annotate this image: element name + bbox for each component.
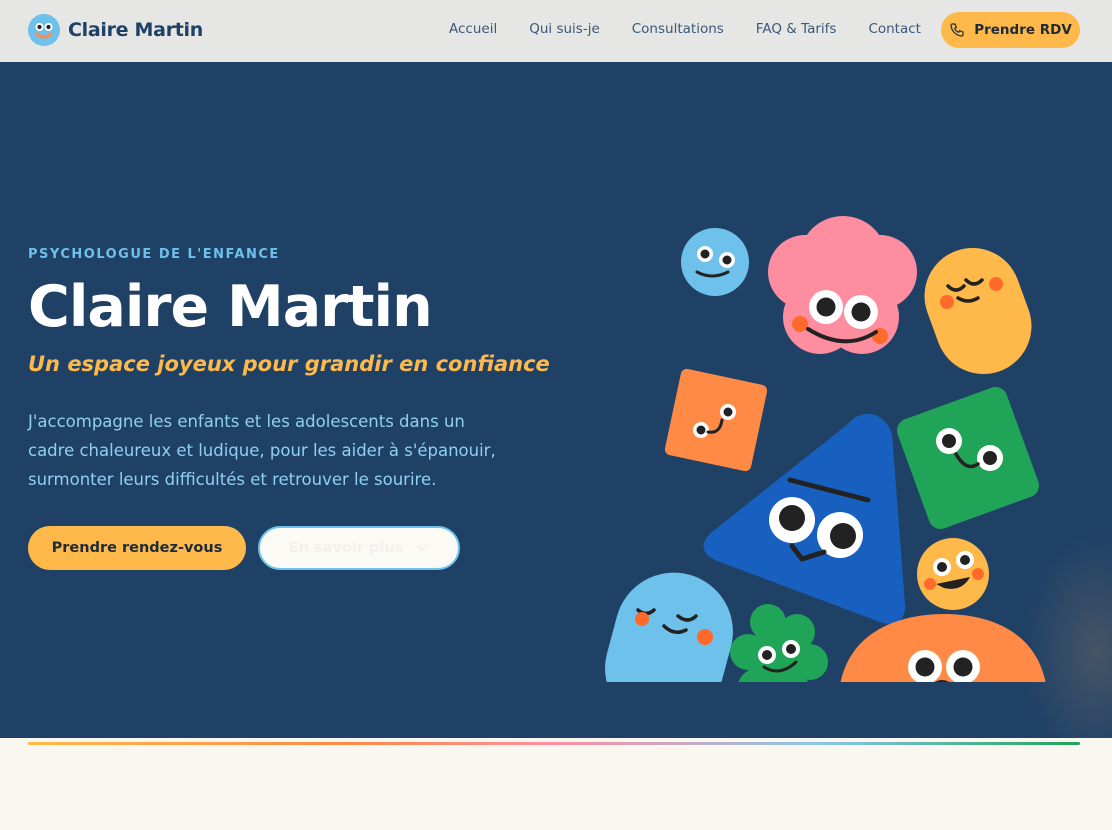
hero-eyebrow: PSYCHOLOGUE DE L'ENFANCE (28, 247, 280, 262)
main-nav: Accueil Qui suis-je Consultations FAQ & … (449, 21, 921, 37)
brand-name: Claire Martin (68, 19, 203, 41)
rainbow-divider (28, 742, 1080, 745)
book-appointment-label: Prendre RDV (974, 22, 1072, 38)
book-appointment-cta[interactable]: Prendre rendez-vous (28, 526, 246, 570)
hero-section: PSYCHOLOGUE DE L'ENFANCE Claire Martin U… (0, 62, 1112, 738)
light-blue-pill-face (605, 572, 733, 682)
learn-more-label: En savoir plus (288, 540, 404, 556)
chevron-down-icon (417, 545, 428, 551)
hero-title: Claire Martin (28, 274, 433, 340)
brand-logo[interactable]: Claire Martin (28, 14, 203, 46)
smiling-face-icon (28, 14, 60, 46)
orange-dome-face (840, 614, 1046, 682)
green-square-face (897, 387, 1039, 529)
nav-link-accueil[interactable]: Accueil (449, 21, 497, 37)
hero-description: J'accompagne les enfants et les adolesce… (28, 412, 496, 489)
yellow-pill-face (924, 247, 1032, 375)
book-appointment-button[interactable]: Prendre RDV (941, 12, 1080, 48)
yellow-circle-face (917, 538, 989, 610)
next-section-background (0, 738, 1112, 830)
navbar: Claire Martin Accueil Qui suis-je Consul… (0, 0, 1112, 62)
smiling-shapes-illustration (605, 216, 1046, 682)
learn-more-button[interactable]: En savoir plus (258, 526, 460, 570)
nav-link-contact[interactable]: Contact (868, 21, 921, 37)
blue-circle-face (681, 228, 749, 296)
nav-link-consultations[interactable]: Consultations (632, 21, 724, 37)
green-flower-face (730, 604, 828, 682)
nav-link-faq-tarifs[interactable]: FAQ & Tarifs (756, 21, 837, 37)
pink-flower-face (768, 216, 917, 354)
nav-link-qui-suis-je[interactable]: Qui suis-je (529, 21, 600, 37)
orange-square-face (664, 368, 768, 472)
hero-subtitle: Un espace joyeux pour grandir en confian… (28, 352, 550, 376)
phone-icon (950, 23, 964, 37)
book-appointment-cta-label: Prendre rendez-vous (51, 540, 223, 556)
